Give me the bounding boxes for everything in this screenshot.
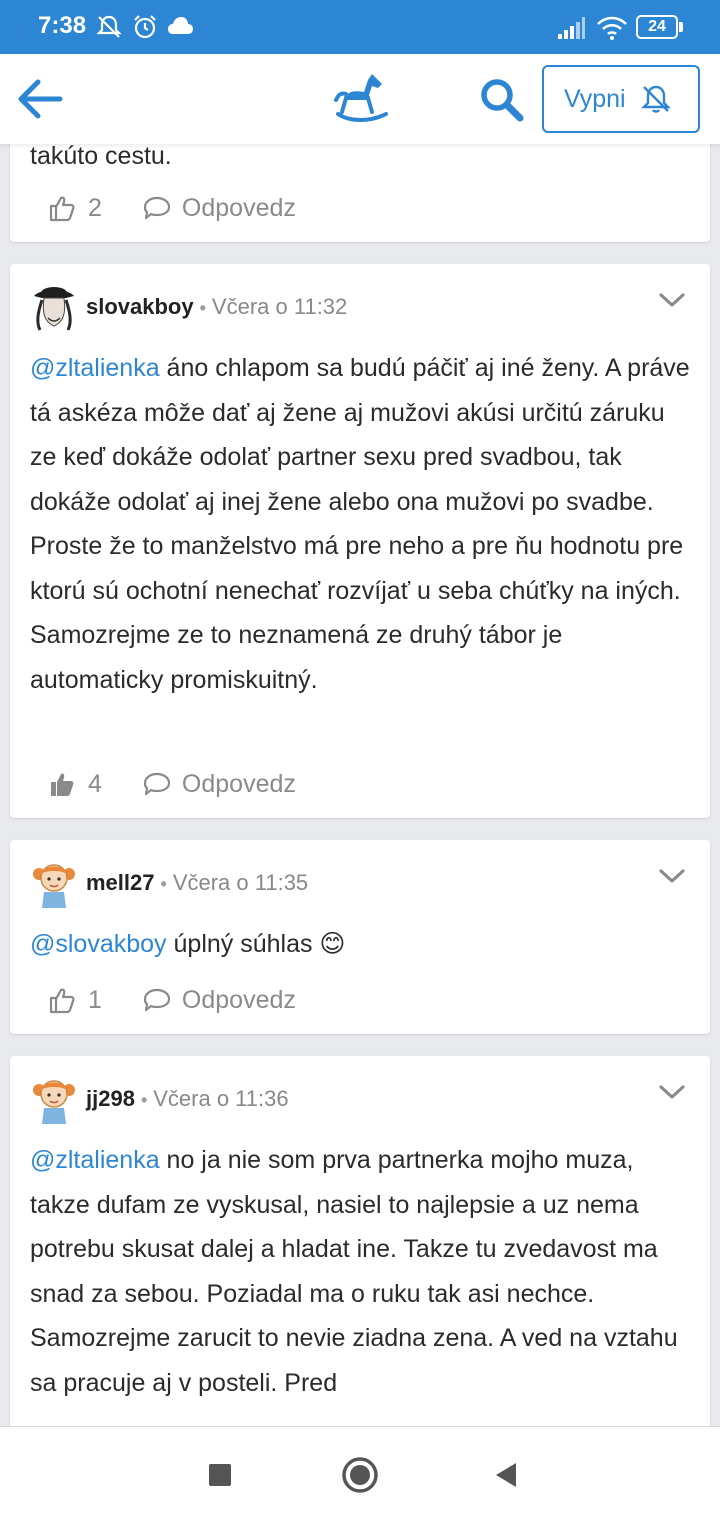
mention-link[interactable]: @zltalienka [30,354,160,382]
status-bar: 7:38 24 [0,0,720,54]
wifi-icon [597,16,627,40]
reply-button[interactable]: Odpovedz [142,986,296,1015]
chevron-down-icon[interactable] [658,290,686,310]
comment-header: jj298 • Včera o 11:36 [30,1074,690,1124]
comment-author-line: mell27 • Včera o 11:35 [86,870,308,896]
mute-notifications-button[interactable]: Vypni [542,65,700,133]
reply-label: Odpovedz [181,769,296,798]
comment-actions: 2 Odpovedz [48,188,296,228]
comment-body: no ja nie som prva partnerka mojho muza,… [30,1146,678,1397]
reply-label: Odpovedz [181,985,296,1014]
like-count: 1 [88,985,102,1014]
mention-link[interactable]: @slovakboy [30,930,167,958]
comment-text: @zltalienka áno chlapom sa budú páčiť aj… [30,346,690,702]
author-name[interactable]: mell27 [86,870,155,895]
comment-actions: 1 Odpovedz [48,980,296,1020]
speech-bubble-icon [143,196,171,220]
comment-text: takúto cestu. [30,144,172,170]
separator-dot: • [160,874,167,894]
thumbs-up-outline-icon [49,196,75,222]
comment-author-line: jj298 • Včera o 11:36 [86,1086,289,1112]
thumbs-up-outline-icon [49,988,75,1014]
alarm-icon [134,15,156,39]
battery-level: 24 [648,18,666,35]
mention-link[interactable]: @zltalienka [30,1146,160,1174]
battery-icon: 24 [636,15,678,39]
like-button[interactable]: 4 [48,770,102,799]
comment-text: @zltalienka no ja nie som prva partnerka… [30,1138,690,1405]
like-count: 4 [88,769,102,798]
bell-off-icon [640,85,671,113]
search-icon[interactable] [478,76,526,124]
like-button[interactable]: 2 [48,194,102,223]
home-circle-icon[interactable] [340,1455,380,1495]
comment-header: mell27 • Včera o 11:35 [30,858,690,908]
rocking-horse-logo-icon[interactable] [328,68,392,128]
back-triangle-icon[interactable] [486,1455,526,1495]
mute-button-label: Vypni [564,84,626,113]
thumbs-up-filled-icon [51,773,74,796]
recents-square-icon[interactable] [200,1455,240,1495]
system-navigation-bar [0,1426,720,1520]
author-name[interactable]: jj298 [86,1086,135,1111]
chevron-down-icon[interactable] [658,866,686,886]
like-count: 2 [88,193,102,222]
comment-header: slovakboy • Včera o 11:32 [30,282,690,332]
comment-date: Včera o 11:36 [153,1086,289,1111]
separator-dot: • [140,1090,148,1110]
avatar[interactable] [30,282,78,332]
like-button[interactable]: 1 [48,986,102,1015]
speech-bubble-icon [143,988,171,1012]
reply-button[interactable]: Odpovedz [142,770,296,799]
signal-icon [558,17,585,39]
back-arrow-icon[interactable] [16,76,66,122]
avatar[interactable] [30,1074,78,1124]
comment-date: Včera o 11:35 [172,870,309,895]
comment-author-line: slovakboy • Včera o 11:32 [86,294,347,320]
comment-body: áno chlapom sa budú páčiť aj iné ženy. A… [30,354,690,694]
status-time: 7:38 [38,12,87,39]
battery-tip [679,22,683,32]
author-name[interactable]: slovakboy [86,294,194,319]
reply-label: Odpovedz [181,193,296,222]
reply-button[interactable]: Odpovedz [142,194,296,223]
comment-actions: 4 Odpovedz [48,764,296,804]
separator-dot: • [199,298,206,318]
comments-list: takúto cestu. 2 Odpovedz slovakboy • Vče… [0,144,720,1426]
comment-card: jj298 • Včera o 11:36 @zltalienka no ja ni… [10,1056,710,1426]
comment-body: úplný súhlas 😊 [166,930,346,958]
speech-bubble-icon [143,772,171,796]
notifications-muted-icon [96,15,122,38]
comment-text: @slovakboy úplný súhlas 😊 [30,922,690,967]
comment-date: Včera o 11:32 [211,294,348,319]
comment-card: slovakboy • Včera o 11:32 @zltalienka áno … [10,264,710,818]
avatar[interactable] [30,858,78,908]
comment-card: takúto cestu. 2 Odpovedz [10,144,710,242]
chevron-down-icon[interactable] [658,1082,686,1102]
cloud-icon [168,17,193,34]
comment-card: mell27 • Včera o 11:35 @slovakboy úplný sú… [10,840,710,1034]
top-app-bar: Vypni [0,54,720,144]
